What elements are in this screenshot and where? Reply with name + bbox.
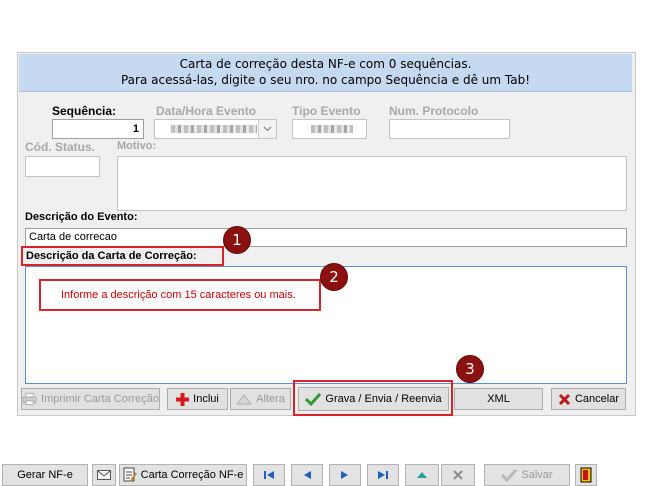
- exit-door-icon: [580, 467, 592, 483]
- redacted-datetime: [171, 125, 257, 133]
- altera-button[interactable]: Altera: [230, 388, 291, 410]
- descricao-evento-label: Descrição do Evento:: [25, 211, 138, 223]
- inclui-button[interactable]: Inclui: [167, 388, 228, 410]
- banner-line-2: Para acessá-las, digite o seu nro. no ca…: [120, 73, 531, 87]
- grava-envia-button[interactable]: Grava / Envia / Reenvia: [298, 387, 449, 411]
- imprimir-label: Imprimir Carta Correção: [41, 393, 159, 405]
- tipo-evento-label: Tipo Evento: [292, 104, 361, 118]
- tipo-evento-field: [292, 119, 367, 139]
- cod-status-field: [25, 156, 100, 177]
- step-badge-1: 1: [223, 226, 251, 254]
- envelope-button[interactable]: [92, 464, 116, 486]
- sequencia-input[interactable]: 1: [52, 119, 144, 139]
- cancelar-label: Cancelar: [574, 393, 620, 405]
- motivo-field: [117, 156, 627, 211]
- carta-label: Carta Correção NF-e: [140, 469, 244, 481]
- exit-button[interactable]: [575, 464, 597, 486]
- inclui-label: Inclui: [193, 393, 219, 405]
- x-icon: [558, 393, 571, 405]
- xml-label: XML: [487, 393, 510, 405]
- mountain-icon: [236, 394, 253, 405]
- sequencia-label: Sequência:: [52, 104, 117, 118]
- data-hora-label: Data/Hora Evento: [156, 104, 257, 118]
- checkmark-icon: [305, 392, 322, 406]
- nav-first-button[interactable]: [253, 464, 285, 486]
- gerar-nfe-button[interactable]: Gerar NF-e: [2, 464, 88, 486]
- step-badge-2: 2: [320, 263, 348, 291]
- carta-correcao-button[interactable]: Carta Correção NF-e: [119, 464, 247, 486]
- envelope-icon: [97, 470, 111, 480]
- nav-next-button[interactable]: [329, 464, 361, 486]
- motivo-label: Motivo:: [117, 140, 157, 152]
- num-protocolo-field: [389, 119, 510, 139]
- chevron-down-icon[interactable]: [258, 120, 276, 138]
- xml-button[interactable]: XML: [454, 388, 543, 410]
- delete-button[interactable]: [441, 464, 475, 486]
- gerar-label: Gerar NF-e: [17, 469, 73, 481]
- document-edit-icon: [123, 467, 137, 482]
- step-badge-3: 3: [456, 355, 484, 383]
- triangle-up-icon: [417, 472, 427, 478]
- skip-last-icon: [378, 471, 388, 479]
- imprimir-carta-button[interactable]: Imprimir Carta Correção: [21, 388, 160, 410]
- nav-last-button[interactable]: [367, 464, 399, 486]
- salvar-button[interactable]: Salvar: [484, 464, 570, 486]
- num-protocolo-label: Num. Protocolo: [389, 104, 479, 118]
- descricao-evento-input[interactable]: Carta de correcao: [25, 228, 627, 247]
- x-icon: [453, 470, 463, 480]
- altera-label: Altera: [256, 393, 285, 405]
- salvar-label: Salvar: [521, 469, 553, 481]
- printer-icon: [22, 392, 37, 406]
- redacted-event-type: [311, 125, 353, 133]
- cod-status-label: Cód. Status.: [25, 140, 96, 154]
- grava-label: Grava / Envia / Reenvia: [325, 393, 442, 405]
- data-hora-select[interactable]: [154, 119, 277, 139]
- cancelar-button[interactable]: Cancelar: [551, 388, 626, 410]
- nav-prev-button[interactable]: [291, 464, 323, 486]
- checkmark-icon: [501, 468, 518, 482]
- banner-line-1: Carta de correção desta NF-e com 0 sequê…: [179, 57, 472, 71]
- descricao-carta-label: Descrição da Carta de Correção:: [26, 250, 197, 262]
- nav-up-button[interactable]: [405, 464, 439, 486]
- skip-first-icon: [264, 471, 274, 479]
- descricao-hint: Informe a descrição com 15 caracteres ou…: [61, 289, 296, 301]
- info-banner: Carta de correção desta NF-e com 0 sequê…: [19, 54, 632, 92]
- arrow-left-icon: [304, 471, 311, 479]
- plus-icon: [176, 392, 190, 406]
- arrow-right-icon: [341, 471, 348, 479]
